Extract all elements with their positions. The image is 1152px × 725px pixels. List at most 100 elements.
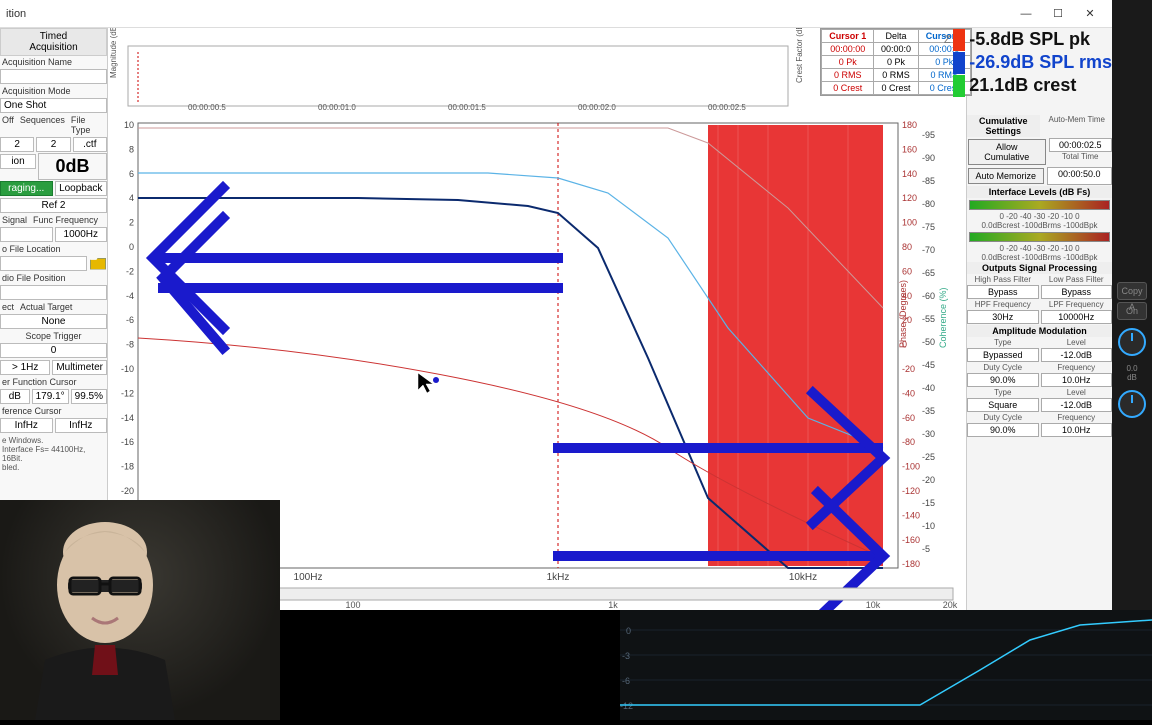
allow-cumulative-btn[interactable]: Allow Cumulative xyxy=(968,139,1046,165)
ion-cell[interactable]: ion xyxy=(0,154,36,169)
hpf-bypass[interactable]: Bypass xyxy=(967,285,1039,299)
svg-text:-10: -10 xyxy=(121,364,134,374)
minimize-button[interactable]: — xyxy=(1010,3,1042,25)
svg-text:00:00:01.0: 00:00:01.0 xyxy=(318,103,356,112)
funcfreq-select[interactable]: 1000Hz xyxy=(55,227,108,242)
am-duty-1[interactable]: 90.0% xyxy=(967,373,1039,387)
file-path[interactable] xyxy=(0,256,87,271)
level-meter-1 xyxy=(969,200,1110,210)
svg-text:Phase (Degrees): Phase (Degrees) xyxy=(898,280,908,348)
svg-text:100Hz: 100Hz xyxy=(294,572,323,583)
svg-text:-65: -65 xyxy=(922,268,935,278)
svg-text:00:00:02.0: 00:00:02.0 xyxy=(578,103,616,112)
folder-icon[interactable] xyxy=(89,255,107,272)
am-freq-1[interactable]: 10.0Hz xyxy=(1041,373,1113,387)
svg-text:2: 2 xyxy=(129,218,134,228)
timed-acq-header: TimedAcquisition xyxy=(0,28,107,56)
svg-text:-8: -8 xyxy=(126,340,134,350)
svg-text:-180: -180 xyxy=(902,559,920,569)
target-none[interactable]: None xyxy=(0,314,107,329)
svg-text:-10: -10 xyxy=(922,521,935,531)
svg-text:0: 0 xyxy=(129,242,134,252)
svg-text:-140: -140 xyxy=(902,510,920,520)
auto-memorize-btn[interactable]: Auto Memorize xyxy=(968,168,1044,184)
averaging-btn[interactable]: raging... xyxy=(0,181,53,196)
webcam-overlay xyxy=(0,500,280,720)
svg-text:-60: -60 xyxy=(922,291,935,301)
svg-text:140: 140 xyxy=(902,169,917,179)
am-duty-2[interactable]: 90.0% xyxy=(967,423,1039,437)
svg-text:-30: -30 xyxy=(922,429,935,439)
svg-text:-18: -18 xyxy=(121,462,134,472)
svg-text:-100: -100 xyxy=(902,462,920,472)
svg-text:100: 100 xyxy=(345,600,360,610)
cursor-pct: 99.5% xyxy=(71,389,107,404)
acq-name-label: Acquisition Name xyxy=(0,56,107,68)
plugin-side-panel: Copy A On 0.0 dB xyxy=(1112,0,1152,610)
svg-text:-2: -2 xyxy=(126,266,134,276)
am-title: Amplitude Modulation xyxy=(967,325,1112,337)
svg-text:180: 180 xyxy=(902,120,917,130)
cursor-deg: 179.1° xyxy=(32,389,69,404)
acq-mode-select[interactable]: One Shot xyxy=(0,98,107,113)
knob-unit: dB xyxy=(1112,373,1152,382)
lpf-bypass[interactable]: Bypass xyxy=(1041,285,1113,299)
ref2-cell[interactable]: Ref 2 xyxy=(0,198,107,213)
window-titlebar: ition — ☐ ✕ xyxy=(0,0,1112,28)
acq-name-input[interactable] xyxy=(0,69,107,84)
gt1hz[interactable]: > 1Hz xyxy=(0,360,50,375)
am-level-2[interactable]: -12.0dB xyxy=(1041,398,1113,412)
on-button[interactable]: On xyxy=(1117,302,1147,320)
filepos-input[interactable] xyxy=(0,285,107,300)
knob-1[interactable] xyxy=(1118,328,1146,356)
svg-text:4: 4 xyxy=(129,193,134,203)
svg-text:10kHz: 10kHz xyxy=(789,572,817,583)
maximize-button[interactable]: ☐ xyxy=(1042,3,1074,25)
am-type-2[interactable]: Square xyxy=(967,398,1039,412)
svg-text:6: 6 xyxy=(129,169,134,179)
svg-text:-75: -75 xyxy=(922,222,935,232)
svg-text:-95: -95 xyxy=(922,130,935,140)
svg-text:-14: -14 xyxy=(121,413,134,423)
seq-b[interactable]: 2 xyxy=(36,137,70,152)
lpf-freq[interactable]: 10000Hz xyxy=(1041,310,1113,324)
svg-text:-55: -55 xyxy=(922,314,935,324)
filetype-sel[interactable]: .ctf xyxy=(73,137,107,152)
svg-text:-6: -6 xyxy=(622,676,630,686)
copy-button[interactable]: Copy A xyxy=(1117,282,1147,300)
svg-text:-20: -20 xyxy=(922,475,935,485)
svg-text:-45: -45 xyxy=(922,360,935,370)
spl-pk: -5.8dB SPL pk xyxy=(969,29,1090,50)
am-freq-2[interactable]: 10.0Hz xyxy=(1041,423,1113,437)
dark-waveform: 0 -3 -6 -12 xyxy=(620,610,1152,720)
svg-text:-40: -40 xyxy=(902,388,915,398)
loopback-cell[interactable]: Loopback xyxy=(55,181,108,196)
signal-select[interactable] xyxy=(0,227,53,242)
seq-a[interactable]: 2 xyxy=(0,137,34,152)
acq-mode-label: Acquisition Mode xyxy=(0,85,107,97)
svg-text:-5: -5 xyxy=(922,544,930,554)
scope-trig[interactable]: 0 xyxy=(0,343,107,358)
svg-text:-90: -90 xyxy=(922,153,935,163)
svg-text:-60: -60 xyxy=(902,413,915,423)
svg-text:-20: -20 xyxy=(902,364,915,374)
svg-text:00:00:02.5: 00:00:02.5 xyxy=(708,103,746,112)
svg-text:-40: -40 xyxy=(922,383,935,393)
svg-text:-50: -50 xyxy=(922,337,935,347)
level-meter-2 xyxy=(969,232,1110,242)
am-level-1[interactable]: -12.0dB xyxy=(1041,348,1113,362)
hpf-freq[interactable]: 30Hz xyxy=(967,310,1039,324)
spl-rms: -26.9dB SPL rms xyxy=(969,52,1112,73)
svg-text:00:00:00.5: 00:00:00.5 xyxy=(188,103,226,112)
svg-text:-4: -4 xyxy=(126,291,134,301)
close-button[interactable]: ✕ xyxy=(1074,3,1106,25)
coherence-fail-region xyxy=(708,125,883,566)
svg-text:-12: -12 xyxy=(121,388,134,398)
automem-time[interactable]: 00:00:02.5 xyxy=(1049,138,1113,152)
svg-text:-20: -20 xyxy=(121,486,134,496)
multimeter[interactable]: Multimeter xyxy=(52,360,107,375)
refcursor-a: InfHz xyxy=(0,418,53,433)
knob-2[interactable] xyxy=(1118,390,1146,418)
total-time[interactable]: 00:00:50.0 xyxy=(1047,167,1113,185)
am-type-1[interactable]: Bypassed xyxy=(967,348,1039,362)
